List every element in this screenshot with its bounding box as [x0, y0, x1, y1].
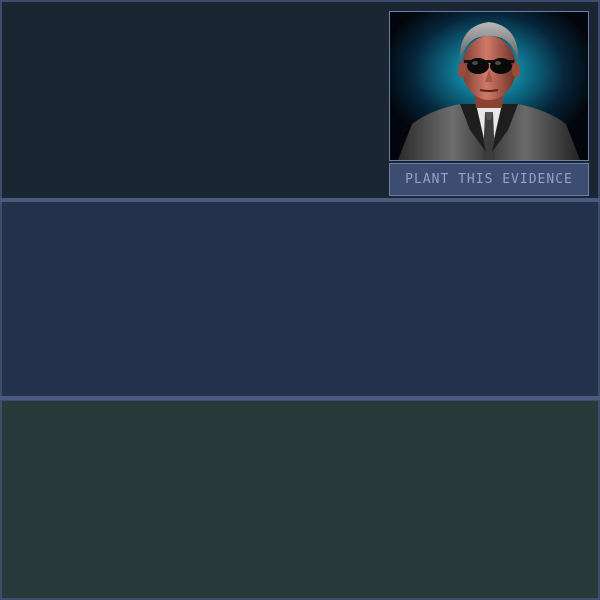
plant-evidence-button[interactable]: PLANT THIS EVIDENCE — [389, 163, 589, 196]
agent-portrait — [389, 11, 589, 161]
bottom-panel — [2, 401, 598, 598]
middle-panel — [2, 202, 598, 396]
agent-portrait-icon — [390, 12, 588, 160]
panel-divider — [0, 396, 600, 400]
game-screen: PLANT THIS EVIDENCE — [0, 0, 600, 600]
